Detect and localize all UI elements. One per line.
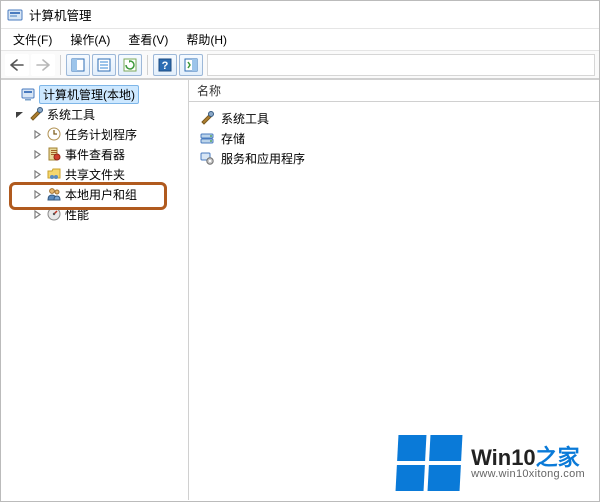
- list-item-storage[interactable]: 存储: [197, 128, 591, 148]
- chevron-right-icon[interactable]: [31, 208, 43, 220]
- shared-folder-icon: [46, 166, 62, 182]
- expander-icon[interactable]: [5, 88, 17, 100]
- tree-local-users-groups[interactable]: 本地用户和组: [3, 184, 186, 204]
- show-hide-tree-button[interactable]: [66, 54, 90, 76]
- list-item-label: 系统工具: [221, 110, 269, 127]
- tree-label: 系统工具: [47, 106, 95, 123]
- column-name: 名称: [197, 82, 221, 99]
- tree-event-viewer[interactable]: 事件查看器: [3, 144, 186, 164]
- chevron-right-icon[interactable]: [31, 128, 43, 140]
- performance-icon: [46, 206, 62, 222]
- clock-icon: [46, 126, 62, 142]
- app-icon: [7, 7, 23, 23]
- tree-label: 计算机管理(本地): [39, 85, 139, 104]
- toolbar-blank-area: [207, 54, 595, 76]
- storage-icon: [199, 130, 215, 146]
- arrow-left-icon: [10, 59, 24, 71]
- toolbar-separator: [147, 55, 148, 75]
- tools-icon: [199, 110, 215, 126]
- chevron-right-icon[interactable]: [31, 168, 43, 180]
- list-item-system-tools[interactable]: 系统工具: [197, 108, 591, 128]
- tools-icon: [28, 106, 44, 122]
- watermark: Win10之家 www.win10xitong.com: [397, 435, 585, 491]
- services-icon: [199, 150, 215, 166]
- tree-label: 事件查看器: [65, 146, 125, 163]
- event-log-icon: [46, 146, 62, 162]
- chevron-down-icon[interactable]: [13, 108, 25, 120]
- tree-root[interactable]: 计算机管理(本地): [3, 84, 186, 104]
- list-item-label: 存储: [221, 130, 245, 147]
- watermark-brand: Win10之家: [471, 446, 580, 469]
- menubar: 文件(F) 操作(A) 查看(V) 帮助(H): [1, 29, 599, 51]
- tree-task-scheduler[interactable]: 任务计划程序: [3, 124, 186, 144]
- tree-label: 任务计划程序: [65, 126, 137, 143]
- nav-forward-button[interactable]: [31, 54, 55, 76]
- tree-label: 共享文件夹: [65, 166, 125, 183]
- menu-file[interactable]: 文件(F): [5, 29, 60, 50]
- svg-text:?: ?: [162, 60, 169, 72]
- arrow-right-icon: [36, 59, 50, 71]
- windows-logo-icon: [396, 435, 463, 491]
- properties-button[interactable]: [92, 54, 116, 76]
- help-button[interactable]: ?: [153, 54, 177, 76]
- nav-back-button[interactable]: [5, 54, 29, 76]
- refresh-icon: [123, 58, 137, 72]
- menu-action[interactable]: 操作(A): [62, 29, 118, 50]
- tree-performance[interactable]: 性能: [3, 204, 186, 224]
- help-icon: ?: [158, 58, 172, 72]
- tree-shared-folders[interactable]: 共享文件夹: [3, 164, 186, 184]
- window-title: 计算机管理: [29, 5, 92, 24]
- chevron-right-icon[interactable]: [31, 148, 43, 160]
- tree-label: 性能: [65, 206, 89, 223]
- users-icon: [46, 186, 62, 202]
- action-pane-button[interactable]: [179, 54, 203, 76]
- panel-icon: [71, 58, 85, 72]
- panel-right-icon: [184, 58, 198, 72]
- toolbar: ?: [1, 51, 599, 79]
- chevron-right-icon[interactable]: [31, 188, 43, 200]
- menu-view[interactable]: 查看(V): [120, 29, 176, 50]
- watermark-url: www.win10xitong.com: [471, 469, 585, 481]
- titlebar: 计算机管理: [1, 1, 599, 29]
- tree-pane: 计算机管理(本地) 系统工具: [1, 80, 189, 500]
- refresh-button[interactable]: [118, 54, 142, 76]
- list-item-label: 服务和应用程序: [221, 150, 305, 167]
- toolbar-separator: [60, 55, 61, 75]
- list-item-services-apps[interactable]: 服务和应用程序: [197, 148, 591, 168]
- tree-label: 本地用户和组: [65, 186, 137, 203]
- menu-help[interactable]: 帮助(H): [178, 29, 235, 50]
- tree-system-tools[interactable]: 系统工具: [3, 104, 186, 124]
- list-column-header[interactable]: 名称: [189, 80, 599, 102]
- computer-management-icon: [20, 86, 36, 102]
- list-icon: [97, 58, 111, 72]
